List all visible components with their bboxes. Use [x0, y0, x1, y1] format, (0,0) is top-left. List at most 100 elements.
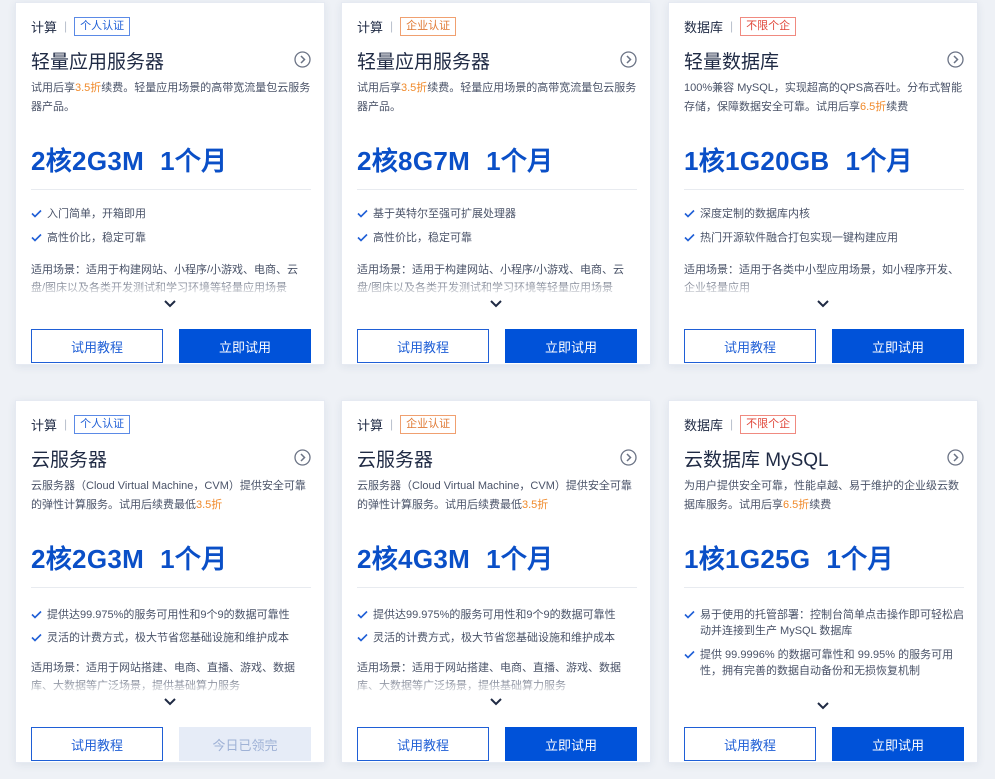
card-tags: 计算 | 企业认证 [357, 15, 457, 37]
tag-separator: | [64, 417, 68, 431]
card-tags: 计算 | 企业认证 [357, 413, 457, 435]
feature-text: 灵活的计费方式，极大节省您基础设施和维护成本 [47, 632, 289, 644]
card-title: 轻量应用服务器 [31, 52, 165, 73]
spec-config: 2核8G7M [357, 146, 471, 176]
tutorial-button[interactable]: 试用教程 [31, 329, 163, 363]
try-now-button[interactable]: 今日已领完 [179, 727, 311, 761]
tutorial-button[interactable]: 试用教程 [357, 329, 489, 363]
feature-text: 高性价比，稳定可靠 [373, 232, 472, 244]
card-badge: 个人认证 [74, 16, 131, 36]
card-description: 试用后享3.5折续费。轻量应用场景的高带宽流量包云服务器产品。 [31, 82, 311, 113]
card-scene [684, 659, 964, 693]
check-icon [357, 209, 368, 218]
feature-text: 入门简单，开箱即用 [47, 208, 146, 220]
try-now-button[interactable]: 立即试用 [505, 329, 637, 363]
tag-separator: | [390, 417, 394, 431]
spec-config: 1核1G20GB [684, 146, 830, 176]
feature-item: 易于使用的托管部署：控制台简单点击操作即可轻松启动并连接到生产 MySQL 数据… [684, 607, 964, 639]
product-card: 计算 | 个人认证 云服务器 云服务器（Cloud Virtual Machin… [15, 400, 325, 763]
feature-item: 灵活的计费方式，极大节省您基础设施和维护成本 [31, 630, 311, 646]
try-now-button[interactable]: 立即试用 [832, 727, 964, 761]
card-spec: 1核1G25G 1个月 [684, 539, 910, 576]
card-description: 云服务器（Cloud Virtual Machine，CVM）提供安全可靠的弹性… [31, 480, 306, 511]
card-description: 试用后享3.5折续费。轻量应用场景的高带宽流量包云服务器产品。 [357, 82, 637, 113]
card-category: 计算 [31, 417, 58, 433]
feature-text: 提供达99.975%的服务可用性和9个9的数据可靠性 [47, 609, 290, 621]
chevron-down-icon[interactable] [489, 299, 503, 309]
try-now-button[interactable]: 立即试用 [505, 727, 637, 761]
card-tags: 计算 | 个人认证 [31, 15, 131, 37]
discount-highlight: 6.5折 [783, 499, 810, 511]
tutorial-button[interactable]: 试用教程 [684, 727, 816, 761]
divider [357, 587, 637, 588]
spec-config: 2核2G3M [31, 544, 145, 574]
card-category: 数据库 [684, 417, 724, 433]
feature-text: 基于英特尔至强可扩展处理器 [373, 208, 516, 220]
feature-text: 热门开源软件融合打包实现一键构建应用 [700, 232, 898, 244]
check-icon [684, 233, 695, 242]
divider [357, 189, 637, 190]
check-icon [31, 633, 42, 642]
card-scene: 适用场景：适用于网站搭建、电商、直播、游戏、数据库、大数据等广泛场景，提供基础算… [31, 662, 295, 692]
card-spec: 2核8G7M 1个月 [357, 141, 569, 178]
check-icon [357, 633, 368, 642]
try-now-button[interactable]: 立即试用 [179, 329, 311, 363]
card-description: 100%兼容 MySQL，实现超高的QPS高吞吐。分布式智能存储，保障数据安全可… [684, 82, 963, 113]
try-now-button[interactable]: 立即试用 [832, 329, 964, 363]
product-card: 数据库 | 不限个企 轻量数据库 100%兼容 MySQL，实现超高的QPS高吞… [668, 2, 978, 365]
product-card: 计算 | 个人认证 轻量应用服务器 试用后享3.5折续费。轻量应用场景的高带宽流… [15, 2, 325, 365]
product-card: 计算 | 企业认证 轻量应用服务器 试用后享3.5折续费。轻量应用场景的高带宽流… [341, 2, 651, 365]
feature-item: 深度定制的数据库内核 [684, 206, 964, 222]
card-category: 计算 [357, 19, 384, 35]
divider [684, 189, 964, 190]
feature-text: 深度定制的数据库内核 [700, 208, 810, 220]
circle-arrow-right-icon[interactable] [294, 51, 311, 68]
card-badge: 不限个企 [740, 16, 797, 36]
circle-arrow-right-icon[interactable] [947, 449, 964, 466]
card-tags: 数据库 | 不限个企 [684, 15, 797, 37]
circle-arrow-right-icon[interactable] [620, 51, 637, 68]
feature-item: 基于英特尔至强可扩展处理器 [357, 206, 637, 222]
spec-duration: 1个月 [486, 544, 554, 574]
chevron-down-icon[interactable] [816, 701, 830, 711]
divider [684, 587, 964, 588]
spec-duration: 1个月 [160, 544, 228, 574]
spec-duration: 1个月 [845, 146, 913, 176]
circle-arrow-right-icon[interactable] [294, 449, 311, 466]
tag-separator: | [730, 417, 734, 431]
card-spec: 2核2G3M 1个月 [31, 141, 243, 178]
card-spec: 2核2G3M 1个月 [31, 539, 243, 576]
chevron-down-icon[interactable] [163, 697, 177, 707]
chevron-down-icon[interactable] [163, 299, 177, 309]
circle-arrow-right-icon[interactable] [620, 449, 637, 466]
product-card: 计算 | 企业认证 云服务器 云服务器（Cloud Virtual Machin… [341, 400, 651, 763]
card-category: 计算 [31, 19, 58, 35]
card-tags: 数据库 | 不限个企 [684, 413, 797, 435]
card-spec: 1核1G20GB 1个月 [684, 141, 929, 178]
card-title: 云服务器 [31, 450, 108, 471]
feature-text: 易于使用的托管部署：控制台简单点击操作即可轻松启动并连接到生产 MySQL 数据… [700, 609, 964, 637]
check-icon [684, 209, 695, 218]
spec-duration: 1个月 [486, 146, 554, 176]
circle-arrow-right-icon[interactable] [947, 51, 964, 68]
feature-item: 入门简单，开箱即用 [31, 206, 311, 222]
check-icon [684, 610, 695, 619]
chevron-down-icon[interactable] [816, 299, 830, 309]
spec-config: 2核2G3M [31, 146, 145, 176]
spec-duration: 1个月 [160, 146, 228, 176]
feature-item: 高性价比，稳定可靠 [357, 230, 637, 246]
tutorial-button[interactable]: 试用教程 [684, 329, 816, 363]
card-category: 数据库 [684, 19, 724, 35]
card-badge: 企业认证 [400, 16, 457, 36]
card-scene: 适用场景：适用于网站搭建、电商、直播、游戏、数据库、大数据等广泛场景，提供基础算… [357, 662, 621, 692]
tag-separator: | [730, 19, 734, 33]
check-icon [31, 610, 42, 619]
tutorial-button[interactable]: 试用教程 [31, 727, 163, 761]
card-title: 云数据库 MySQL [684, 450, 829, 471]
feature-item: 提供达99.975%的服务可用性和9个9的数据可靠性 [357, 607, 637, 623]
chevron-down-icon[interactable] [489, 697, 503, 707]
check-icon [357, 610, 368, 619]
discount-highlight: 3.5折 [75, 82, 102, 94]
tutorial-button[interactable]: 试用教程 [357, 727, 489, 761]
discount-highlight: 3.5折 [522, 499, 549, 511]
